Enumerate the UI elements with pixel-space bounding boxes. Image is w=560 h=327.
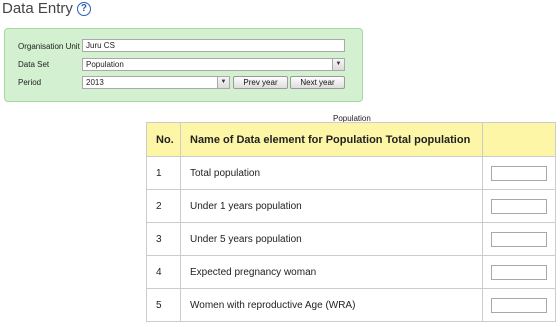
column-header-no: No.: [146, 122, 181, 157]
row-number: 3: [146, 222, 181, 256]
value-input[interactable]: [491, 198, 547, 214]
chevron-down-icon[interactable]: ▼: [332, 59, 344, 70]
prev-year-button[interactable]: Prev year: [233, 76, 288, 89]
table-header-row: No. Name of Data element for Population …: [146, 122, 556, 157]
row-number: 1: [146, 156, 181, 190]
period-label: Period: [18, 78, 42, 87]
row-name: Under 5 years population: [180, 222, 483, 256]
data-set-label: Data Set: [18, 60, 50, 69]
table-row: 2 Under 1 years population: [146, 189, 556, 223]
value-input[interactable]: [491, 165, 547, 181]
row-number: 4: [146, 255, 181, 289]
org-unit-field[interactable]: Juru CS: [82, 39, 345, 52]
value-input[interactable]: [491, 297, 547, 313]
row-number: 2: [146, 189, 181, 223]
data-set-select[interactable]: Population ▼: [82, 58, 345, 71]
table-row: 3 Under 5 years population: [146, 222, 556, 256]
column-header-value: [482, 122, 556, 157]
org-unit-label: Organisation Unit: [18, 42, 80, 51]
value-input[interactable]: [491, 264, 547, 280]
row-name: Under 1 years population: [180, 189, 483, 223]
table-row: 5 Women with reproductive Age (WRA): [146, 288, 556, 322]
table-row: 4 Expected pregnancy woman: [146, 255, 556, 289]
period-select[interactable]: 2013 ▼: [82, 76, 230, 89]
value-input[interactable]: [491, 231, 547, 247]
table-row: 1 Total population: [146, 156, 556, 190]
row-name: Expected pregnancy woman: [180, 255, 483, 289]
period-value: 2013: [86, 78, 104, 87]
page-title: Data Entry ?: [2, 0, 91, 17]
page-title-text: Data Entry: [2, 0, 73, 17]
column-header-name: Name of Data element for Population Tota…: [180, 122, 483, 157]
help-icon[interactable]: ?: [76, 1, 91, 16]
row-name: Total population: [180, 156, 483, 190]
selection-panel: Organisation Unit Juru CS Data Set Popul…: [4, 28, 363, 102]
row-name: Women with reproductive Age (WRA): [180, 288, 483, 322]
next-year-button[interactable]: Next year: [290, 76, 345, 89]
row-number: 5: [146, 288, 181, 322]
chevron-down-icon[interactable]: ▼: [217, 77, 229, 88]
data-set-value: Population: [86, 60, 124, 69]
data-entry-table: No. Name of Data element for Population …: [146, 122, 556, 322]
